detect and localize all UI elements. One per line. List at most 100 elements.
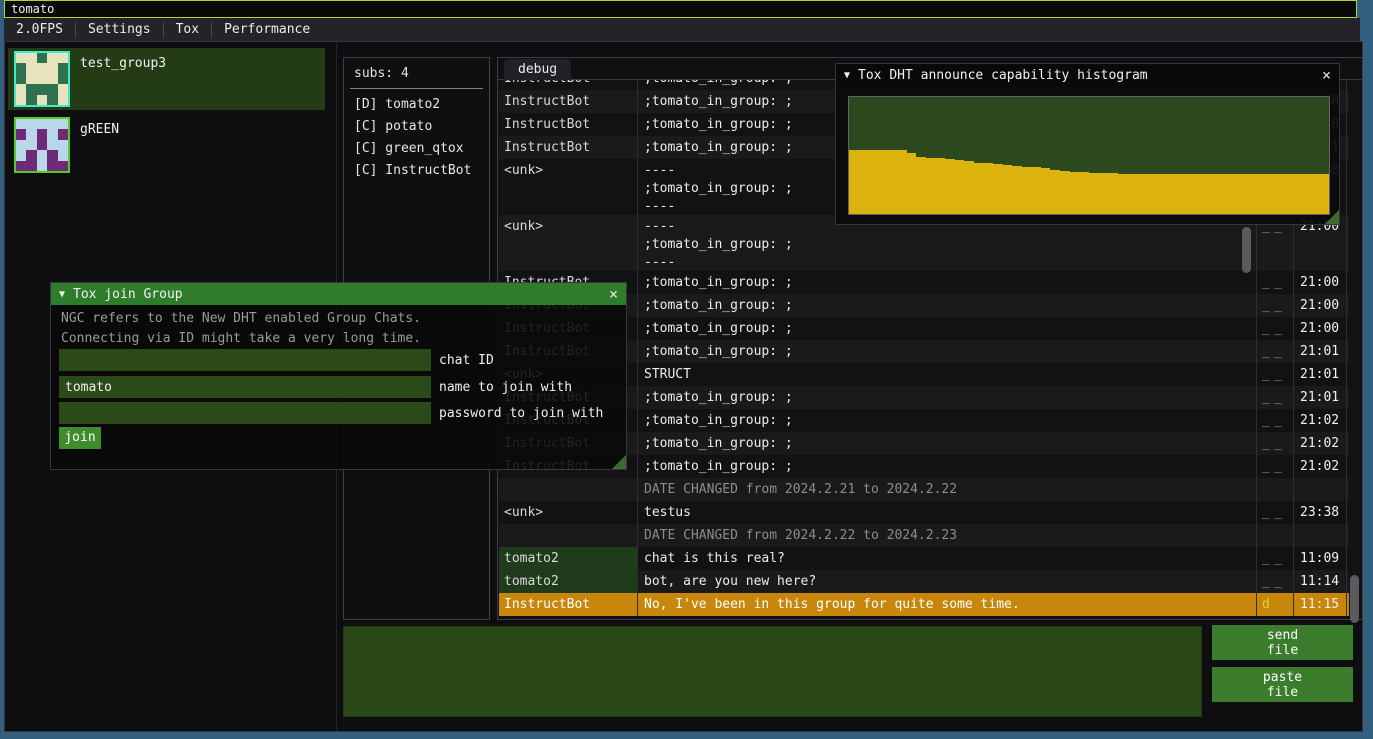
resize-grip[interactable]	[1325, 210, 1339, 224]
member-item[interactable]: [C] potato	[344, 116, 489, 138]
window-titlebar[interactable]: tomato	[4, 0, 1357, 18]
menu-item-tox[interactable]: Tox	[164, 18, 211, 41]
chat-scrollbar-track[interactable]	[1349, 81, 1360, 618]
close-icon[interactable]: ×	[609, 285, 618, 303]
avatar-pixel	[26, 161, 36, 171]
group-name: gREEN	[80, 122, 119, 137]
receipt-marks: __	[1257, 409, 1294, 432]
message-text: ;tomato_in_group: ;	[638, 294, 1257, 317]
close-icon[interactable]: ×	[1322, 66, 1331, 84]
sender-name: <unk>	[499, 159, 638, 215]
join-window-title: Tox join Group	[73, 287, 183, 302]
receipt-mark: _	[1262, 436, 1274, 451]
chat-id-label: chat ID	[439, 353, 494, 368]
histogram-bar	[1089, 173, 1099, 214]
histogram-bar	[935, 158, 945, 214]
histogram-bar	[926, 158, 936, 214]
join-name-input[interactable]	[59, 376, 431, 398]
chat-message-row[interactable]: tomato2bot, are you new here?__11:14	[499, 570, 1351, 593]
avatar-pixel	[26, 140, 36, 150]
histogram-bar	[907, 153, 917, 214]
avatar-pixel	[47, 119, 57, 129]
avatar-pixel	[47, 129, 57, 139]
avatar-pixel	[47, 63, 57, 73]
sender-name: InstructBot	[499, 90, 638, 113]
fps-counter: 2.0FPS	[4, 18, 75, 41]
timestamp	[1294, 478, 1347, 501]
member-item[interactable]: [C] InstructBot	[344, 160, 489, 182]
receipt-mark: _	[1262, 321, 1274, 336]
chat-message-row[interactable]: InstructBotNo, I've been in this group f…	[499, 593, 1351, 616]
histogram-bar	[964, 161, 974, 214]
avatar-pixel	[58, 119, 68, 129]
window-title: tomato	[11, 2, 54, 16]
avatar-pixel	[58, 129, 68, 139]
group-item-test_group3[interactable]: test_group3	[8, 48, 325, 110]
histogram-bar	[1281, 174, 1291, 214]
histogram-bar	[1108, 173, 1118, 214]
chat-message-row[interactable]: tomato2chat is this real?__11:09	[499, 547, 1351, 570]
join-group-window[interactable]: ▼ Tox join Group × NGC refers to the New…	[50, 282, 627, 470]
histogram-bar	[1156, 174, 1166, 214]
join-help-line-1: NGC refers to the New DHT enabled Group …	[61, 311, 421, 326]
histogram-plot	[848, 96, 1330, 215]
subs-count: subs: 4	[344, 58, 489, 81]
menu-bar: 2.0FPS Settings Tox Performance	[4, 18, 1360, 41]
histogram-bar	[1233, 174, 1243, 214]
avatar-pixel	[16, 129, 26, 139]
histogram-bar	[1070, 172, 1080, 214]
group-name: test_group3	[80, 56, 166, 71]
avatar-pixel	[26, 150, 36, 160]
histogram-bar	[1242, 174, 1252, 214]
avatar-pixel	[16, 84, 26, 94]
histogram-window-titlebar[interactable]: ▼ Tox DHT announce capability histogram …	[836, 64, 1339, 86]
date-separator-row[interactable]: DATE CHANGED from 2024.2.21 to 2024.2.22	[499, 478, 1351, 501]
receipt-mark: _	[1262, 298, 1274, 313]
member-item[interactable]: [C] green_qtox	[344, 138, 489, 160]
join-button[interactable]: join	[59, 427, 101, 449]
histogram-bar	[1098, 173, 1108, 214]
dht-histogram-window[interactable]: ▼ Tox DHT announce capability histogram …	[835, 63, 1340, 225]
member-item[interactable]: [D] tomato2	[344, 94, 489, 116]
message-input[interactable]	[343, 626, 1202, 717]
menu-item-settings[interactable]: Settings	[76, 18, 163, 41]
join-password-input[interactable]	[59, 402, 431, 424]
date-separator-row[interactable]: DATE CHANGED from 2024.2.22 to 2024.2.23	[499, 524, 1351, 547]
avatar-pixel	[16, 119, 26, 129]
avatar-pixel	[37, 161, 47, 171]
message-pane-scrollbar-thumb[interactable]	[1242, 227, 1251, 273]
message-text: STRUCT	[638, 363, 1257, 386]
collapse-arrow-icon[interactable]: ▼	[59, 289, 65, 300]
group-item-gREEN[interactable]: gREEN	[8, 114, 325, 176]
histogram-bar	[1079, 172, 1089, 214]
receipt-mark: _	[1274, 436, 1286, 451]
avatar-pixel	[58, 140, 68, 150]
menu-item-performance[interactable]: Performance	[212, 18, 322, 41]
message-text: No, I've been in this group for quite so…	[638, 593, 1257, 616]
avatar-pixel	[26, 53, 36, 63]
chat-id-input[interactable]	[59, 349, 431, 371]
tab-debug[interactable]: debug	[504, 59, 571, 80]
chat-message-row[interactable]: <unk>testus__23:38	[499, 501, 1351, 524]
send-file-button[interactable]: send file	[1212, 625, 1353, 660]
histogram-bar	[887, 150, 897, 214]
histogram-bar	[1022, 167, 1032, 214]
resize-grip[interactable]	[612, 455, 626, 469]
paste-file-button[interactable]: paste file	[1212, 667, 1353, 702]
avatar-pixel	[26, 63, 36, 73]
avatar-pixel	[47, 84, 57, 94]
receipt-mark: _	[1274, 413, 1286, 428]
timestamp: 21:02	[1294, 409, 1347, 432]
timestamp: 21:02	[1294, 455, 1347, 478]
collapse-arrow-icon[interactable]: ▼	[844, 70, 850, 81]
message-text: chat is this real?	[638, 547, 1257, 570]
avatar-pixel	[37, 140, 47, 150]
join-window-titlebar[interactable]: ▼ Tox join Group ×	[51, 283, 626, 305]
histogram-bar	[993, 164, 1003, 214]
histogram-bar	[1175, 174, 1185, 214]
histogram-bar	[1319, 174, 1329, 214]
receipt-marks: __	[1257, 294, 1294, 317]
histogram-bar	[1271, 174, 1281, 214]
chat-scrollbar-thumb[interactable]	[1350, 575, 1359, 623]
avatar-pixel	[16, 95, 26, 105]
